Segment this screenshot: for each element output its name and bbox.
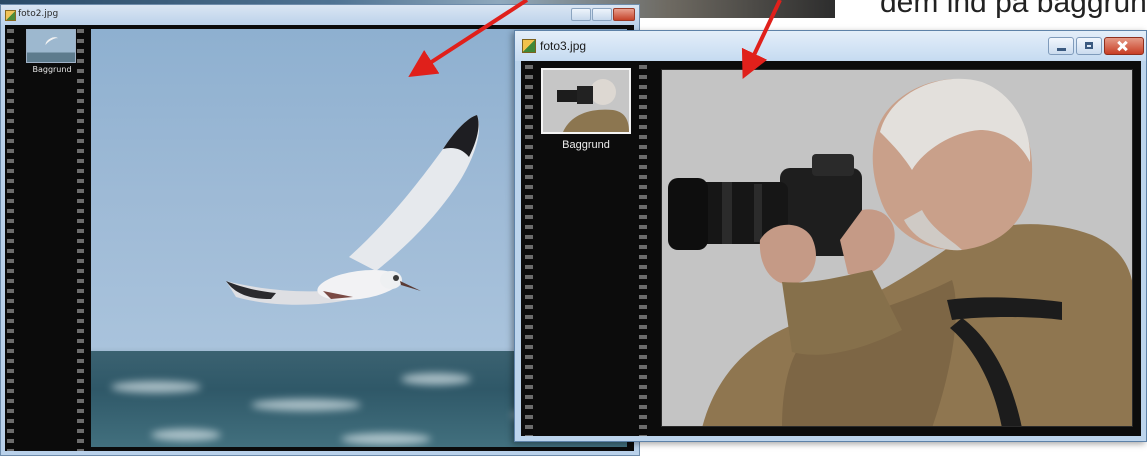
window-client-area: Baggrund <box>521 61 1141 436</box>
layer-label: Baggrund <box>32 65 72 74</box>
filmstrip-border <box>639 61 647 436</box>
bird-thumbnail-mark <box>43 35 61 49</box>
image-canvas-photographer[interactable] <box>661 69 1133 427</box>
layer-thumbnail[interactable] <box>26 29 76 63</box>
photographer-illustration <box>662 70 1132 426</box>
image-window-foto3[interactable]: foto3.jpg Baggrund <box>514 30 1147 442</box>
close-button[interactable] <box>613 8 635 21</box>
window-controls <box>570 8 635 21</box>
layer-label: Baggrund <box>562 139 610 151</box>
maximize-button[interactable] <box>592 8 612 21</box>
minimize-button[interactable] <box>1048 37 1074 55</box>
image-file-icon <box>522 39 536 53</box>
window-controls <box>1046 37 1144 55</box>
image-file-icon <box>5 10 16 21</box>
document-text: dem ind på baggrund <box>880 0 1147 19</box>
minimize-button[interactable] <box>571 8 591 21</box>
window-title: foto2.jpg <box>18 9 59 19</box>
filmstrip-border <box>525 61 533 436</box>
title-bar[interactable]: foto2.jpg <box>1 5 639 25</box>
filmstrip-border <box>7 25 14 451</box>
photographer-thumbnail <box>543 70 629 132</box>
filmstrip-border <box>77 25 84 451</box>
window-title: foto3.jpg <box>540 39 587 53</box>
title-bar[interactable]: foto3.jpg <box>515 31 1146 61</box>
layer-thumbnail[interactable] <box>541 68 631 134</box>
close-button[interactable] <box>1104 37 1144 55</box>
maximize-button[interactable] <box>1076 37 1102 55</box>
